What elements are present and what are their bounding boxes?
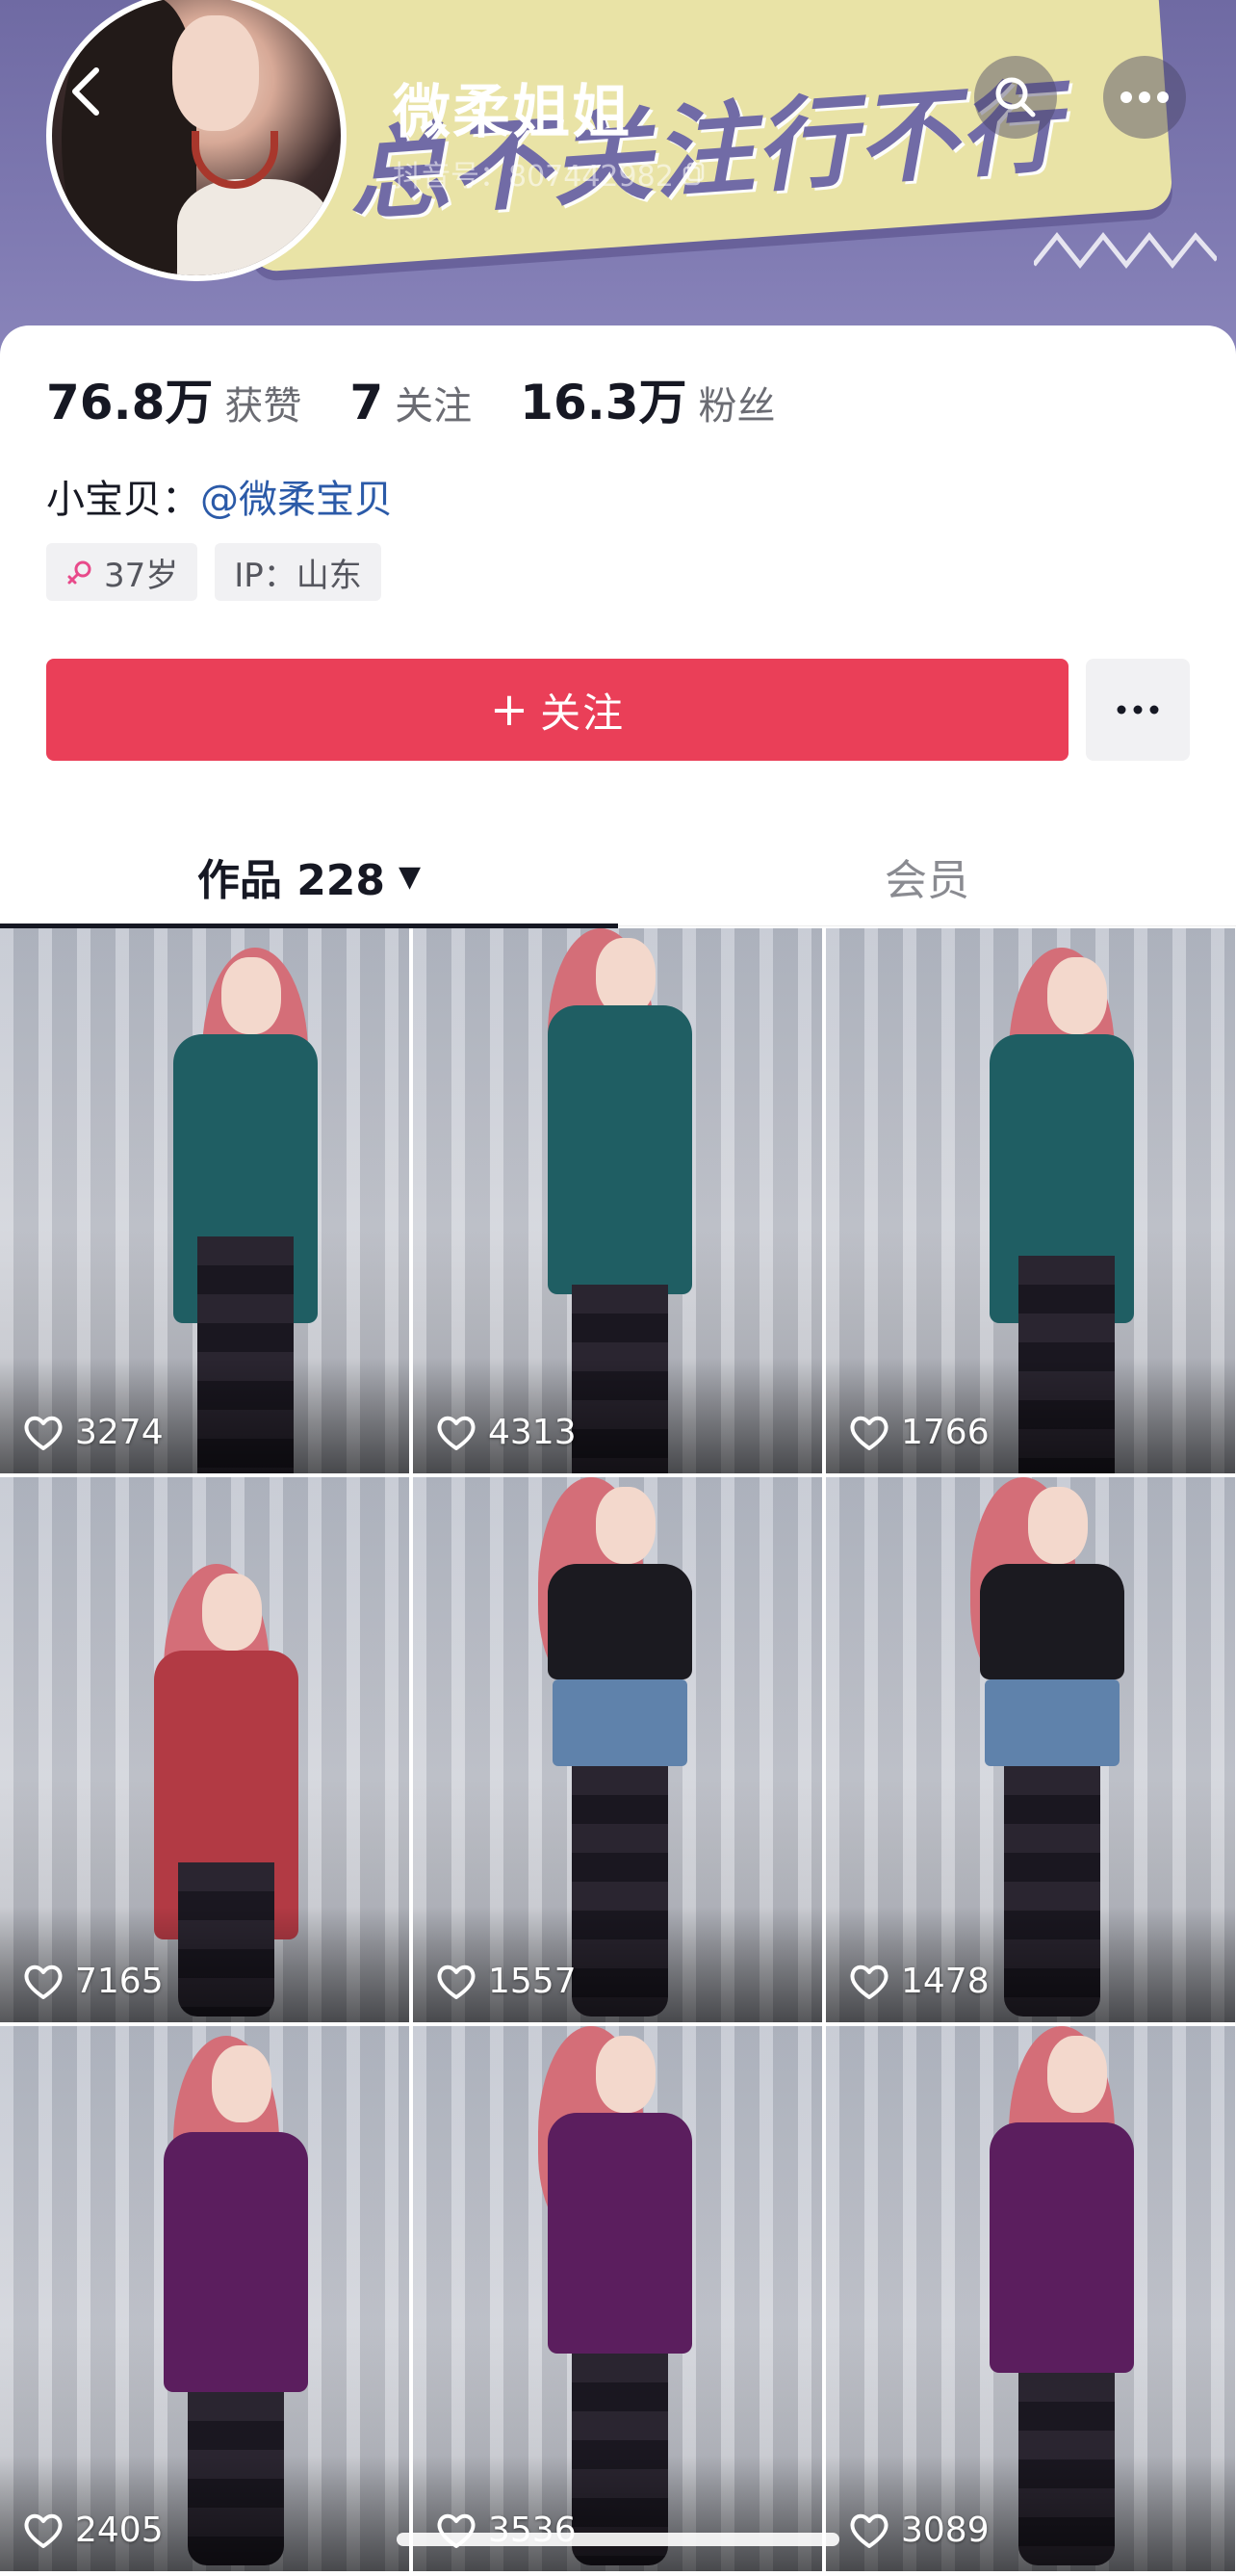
- video-tile[interactable]: 3274: [0, 928, 409, 1473]
- like-count-value: 2405: [75, 2511, 164, 2550]
- like-count: 2405: [23, 2511, 164, 2550]
- tab-works[interactable]: 作品 228 ▼: [0, 826, 618, 928]
- heart-icon: [437, 1416, 476, 1450]
- douyin-id: 抖音号：807442982: [393, 160, 674, 194]
- avatar[interactable]: [46, 0, 347, 281]
- profile-page: 总不关注行不行 微柔姐姐 抖音号：807442982 76.8万 获赞 7 关注…: [0, 0, 1236, 2576]
- heart-icon: [24, 2513, 63, 2548]
- like-count-value: 1478: [901, 1962, 990, 2001]
- like-count: 1557: [436, 1962, 577, 2001]
- back-button[interactable]: [58, 63, 116, 120]
- search-button[interactable]: [974, 56, 1057, 139]
- age-tag: 37岁: [46, 543, 198, 601]
- douyin-id-row[interactable]: 抖音号：807442982: [393, 152, 707, 195]
- ip-label: IP：山东: [234, 556, 362, 595]
- avatar-face: [172, 15, 259, 131]
- likes-label: 获赞: [224, 384, 302, 429]
- video-tile[interactable]: 7165: [0, 1477, 409, 2022]
- more-dots-icon: [1117, 705, 1159, 715]
- follow-button[interactable]: + 关注: [46, 659, 1069, 761]
- video-tile[interactable]: 3536: [413, 2026, 822, 2571]
- more-dots-icon: [1120, 91, 1169, 103]
- like-count: 1766: [849, 1413, 990, 1452]
- like-count: 1478: [849, 1962, 990, 2001]
- tab-member-label: 会员: [885, 856, 969, 905]
- like-count: 4313: [436, 1413, 577, 1452]
- content-tabs: 作品 228 ▼ 会员: [0, 826, 1236, 928]
- like-count-value: 4313: [488, 1413, 577, 1452]
- heart-icon: [24, 1965, 63, 1999]
- bio-mention-link[interactable]: @微柔宝贝: [200, 478, 393, 522]
- followers-count[interactable]: 16.3万: [520, 364, 686, 433]
- like-count-value: 3089: [901, 2511, 990, 2550]
- video-tile[interactable]: 3089: [826, 2026, 1235, 2571]
- video-tile[interactable]: 2405: [0, 2026, 409, 2571]
- bio-prefix: 小宝贝：: [46, 478, 200, 522]
- like-count-value: 3274: [75, 1413, 164, 1452]
- like-count: 3274: [23, 1413, 164, 1452]
- heart-icon: [24, 1416, 63, 1450]
- like-count-value: 7165: [75, 1962, 164, 2001]
- follow-more-button[interactable]: [1086, 659, 1190, 761]
- tab-works-label: 作品 228: [196, 856, 386, 905]
- video-grid: 3274 4313 1766 7165 1557 1478 2405 3536 …: [0, 928, 1236, 2571]
- copy-icon[interactable]: [682, 161, 707, 186]
- video-tile[interactable]: 1766: [826, 928, 1235, 1473]
- like-count-value: 1766: [901, 1413, 990, 1452]
- following-count[interactable]: 7: [349, 375, 383, 430]
- follow-label: 关注: [540, 689, 626, 737]
- avatar-shirt: [177, 179, 331, 275]
- zigzag-decoration: [1034, 231, 1217, 270]
- more-options-button[interactable]: [1103, 56, 1186, 139]
- nickname: 微柔姐姐: [393, 79, 631, 146]
- heart-icon: [437, 1965, 476, 1999]
- like-count: 7165: [23, 1962, 164, 2001]
- chevron-down-icon: ▼: [399, 859, 422, 894]
- profile-tags: 37岁 IP：山东: [46, 543, 381, 601]
- home-indicator[interactable]: [397, 2533, 839, 2546]
- follow-plus-icon: +: [489, 683, 531, 737]
- video-tile[interactable]: 4313: [413, 928, 822, 1473]
- ip-tag: IP：山东: [215, 543, 381, 601]
- back-arrow-icon: [72, 67, 99, 116]
- search-icon: [995, 77, 1036, 117]
- age-label: 37岁: [104, 556, 179, 595]
- tab-member[interactable]: 会员: [618, 826, 1236, 926]
- followers-label: 粉丝: [698, 384, 776, 429]
- heart-icon: [850, 2513, 888, 2548]
- following-label: 关注: [395, 384, 473, 429]
- likes-count[interactable]: 76.8万: [46, 364, 213, 433]
- video-tile[interactable]: 1478: [826, 1477, 1235, 2022]
- bio: 小宝贝：@微柔宝贝: [46, 468, 393, 524]
- heart-icon: [850, 1965, 888, 1999]
- female-icon: [67, 560, 91, 585]
- like-count: 3089: [849, 2511, 990, 2550]
- heart-icon: [850, 1416, 888, 1450]
- video-tile[interactable]: 1557: [413, 1477, 822, 2022]
- like-count-value: 1557: [488, 1962, 577, 2001]
- stats-row: 76.8万 获赞 7 关注 16.3万 粉丝: [46, 364, 824, 433]
